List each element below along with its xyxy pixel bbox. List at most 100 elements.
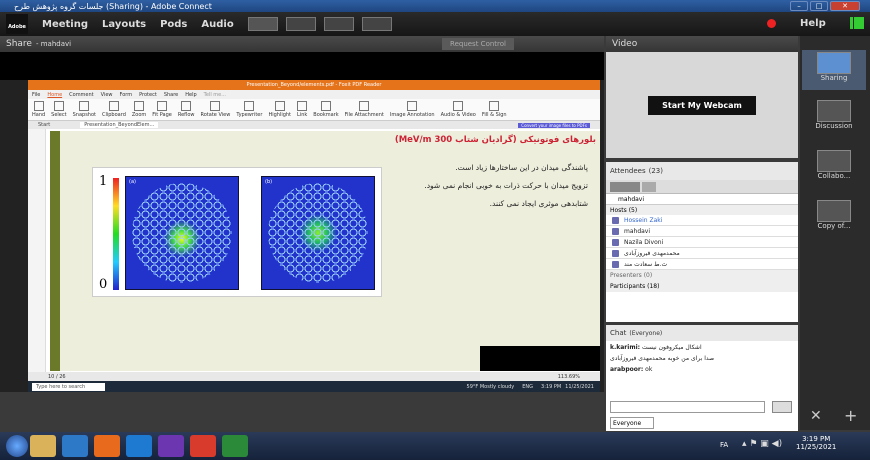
raise-hand-icon[interactable]: [361, 17, 392, 31]
ribbon-button[interactable]: Hand: [32, 101, 45, 118]
inner-search-input[interactable]: Type here to search: [32, 382, 106, 391]
attendee-search[interactable]: mahdavi: [606, 194, 798, 205]
ribbon-button[interactable]: Fill & Sign: [482, 101, 507, 118]
chrome-icon[interactable]: [190, 435, 216, 457]
tab-view[interactable]: View: [101, 92, 113, 98]
adobe-connect-icon[interactable]: [222, 435, 248, 457]
menu-audio[interactable]: Audio: [201, 19, 233, 30]
user-icon: [612, 261, 619, 268]
host-row-4[interactable]: محمدمهدی فیروزآبادی: [606, 248, 798, 259]
tab-share[interactable]: Share: [164, 92, 178, 98]
start-webcam-button[interactable]: Start My Webcam: [648, 95, 756, 115]
menu-meeting[interactable]: Meeting: [42, 19, 88, 30]
host-row-5[interactable]: ث.ط سعادت مند: [606, 259, 798, 270]
ribbon-button[interactable]: Link: [297, 101, 307, 118]
speaker-icon[interactable]: [247, 17, 278, 31]
tab-home[interactable]: Home: [47, 92, 62, 98]
tab-form[interactable]: Form: [120, 92, 133, 98]
close-button[interactable]: ✕: [830, 1, 860, 11]
ribbon-button[interactable]: Typewriter: [236, 101, 262, 118]
minimize-button[interactable]: –: [790, 1, 808, 11]
ribbon-tool-icon: [210, 101, 221, 111]
taskbar-lang[interactable]: FA: [720, 441, 728, 449]
ribbon-tool-icon: [274, 101, 285, 111]
tab-file[interactable]: File: [32, 92, 40, 98]
close-layout-icon[interactable]: ✕: [810, 408, 822, 424]
user-icon: [612, 228, 619, 235]
ribbon-button[interactable]: Fit Page: [152, 101, 172, 118]
view-options-icon[interactable]: [610, 181, 640, 192]
host-row-3[interactable]: Nazila Divoni: [606, 237, 798, 248]
internet-explorer-icon[interactable]: [126, 435, 152, 457]
start-tab[interactable]: Start: [38, 122, 50, 128]
page-indicator[interactable]: 10 / 26: [48, 374, 66, 380]
media-player-icon[interactable]: [62, 435, 88, 457]
presenters-group[interactable]: Presenters (0): [606, 270, 798, 281]
ribbon-button[interactable]: Highlight: [268, 101, 291, 118]
ribbon-button[interactable]: Clipboard: [102, 101, 126, 118]
inner-taskbar: Type here to search 59°F Mostly cloudy E…: [28, 381, 600, 392]
taskbar-clock[interactable]: 3:19 PM 11/25/2021: [796, 435, 836, 451]
chat-message: صدا برای من خوبه محمدمهدی فیروزآبادی: [610, 355, 715, 362]
send-button[interactable]: [772, 401, 792, 413]
request-control-button[interactable]: Request Control: [442, 38, 514, 50]
ribbon-tool-icon: [181, 101, 192, 111]
participants-group[interactable]: Participants (18): [606, 281, 798, 292]
start-button-icon[interactable]: [6, 435, 28, 457]
ribbon-button[interactable]: Zoom: [132, 101, 146, 118]
slide-title: بلورهای فوتونیکی (گرادیان شتاب 300 MeV/m…: [394, 135, 596, 145]
menu-layouts[interactable]: Layouts: [102, 19, 146, 30]
ribbon-button[interactable]: Select: [51, 101, 67, 118]
add-layout-icon[interactable]: +: [844, 406, 857, 425]
tell-me-input[interactable]: Tell me...: [204, 92, 226, 98]
menu-help[interactable]: Help: [800, 18, 826, 29]
color-scale: [113, 178, 119, 290]
chat-input[interactable]: [610, 401, 765, 413]
ribbon-tool-icon: [320, 101, 331, 111]
pdf-ribbon: Hand Select Snapshot Clipboard Zoom Fit Page R…: [28, 99, 600, 121]
convert-banner[interactable]: Convert your image files to PDFs: [518, 122, 590, 128]
tab-help[interactable]: Help: [185, 92, 196, 98]
layout-discussion[interactable]: Discussion: [802, 100, 866, 140]
chat-pod: Chat (Everyone) k.karimi: اشکال میکروفون…: [606, 325, 798, 431]
chat-target-select[interactable]: Everyone: [610, 417, 654, 429]
recording-icon[interactable]: [767, 19, 776, 28]
ribbon-button[interactable]: Rotate View: [200, 101, 230, 118]
hosts-group[interactable]: Hosts (5): [606, 205, 798, 215]
maximize-button[interactable]: □: [810, 1, 828, 11]
tab-comment[interactable]: Comment: [69, 92, 94, 98]
zoom-level[interactable]: 113.69%: [558, 374, 580, 380]
ribbon-button[interactable]: Bookmark: [313, 101, 339, 118]
main-menu: Adobe Meeting Layouts Pods Audio Help: [0, 12, 870, 36]
tab-protect[interactable]: Protect: [139, 92, 157, 98]
simulation-figure: 1 0 (a) (b): [92, 167, 382, 297]
ribbon-button[interactable]: Audio & Video: [441, 101, 476, 118]
document-tab[interactable]: Presentation_BeyondElem...: [80, 122, 159, 128]
layout-copy[interactable]: Copy of...: [802, 200, 866, 240]
ribbon-button[interactable]: Reflow: [178, 101, 194, 118]
chat-header: Chat (Everyone): [606, 325, 798, 341]
host-row-1[interactable]: Hossein Zaki: [606, 215, 798, 226]
inner-date: 11/25/2021: [565, 383, 594, 390]
sort-icon[interactable]: [642, 181, 656, 192]
layout-collaboration[interactable]: Collabo...: [802, 150, 866, 190]
ribbon-button[interactable]: Image Annotation: [390, 101, 435, 118]
attendees-header: Attendees (23): [606, 162, 798, 180]
layout-sharing[interactable]: Sharing: [802, 50, 866, 90]
user-icon: [612, 239, 619, 246]
ribbon-button[interactable]: Snapshot: [73, 101, 96, 118]
inner-time: 3:19 PM: [541, 383, 562, 390]
inner-weather: 59°F Mostly cloudy: [466, 383, 515, 390]
firefox-icon[interactable]: [94, 435, 120, 457]
pdf-reader-window: Presentation_Beyond/elements.pdf - Foxit…: [28, 80, 600, 392]
microphone-icon[interactable]: [285, 17, 316, 31]
webcam-icon[interactable]: [323, 17, 354, 31]
visual-studio-icon[interactable]: [158, 435, 184, 457]
tray-icons[interactable]: ▴ ⚑ ▣ ◀): [742, 439, 782, 449]
host-row-2[interactable]: mahdavi: [606, 226, 798, 237]
pdf-doc-tabs: Start Presentation_BeyondElem... Convert…: [28, 121, 600, 129]
attendee-search-input[interactable]: mahdavi: [618, 196, 644, 203]
ribbon-button[interactable]: File Attachment: [345, 101, 384, 118]
menu-pods[interactable]: Pods: [160, 19, 187, 30]
file-explorer-icon[interactable]: [30, 435, 56, 457]
